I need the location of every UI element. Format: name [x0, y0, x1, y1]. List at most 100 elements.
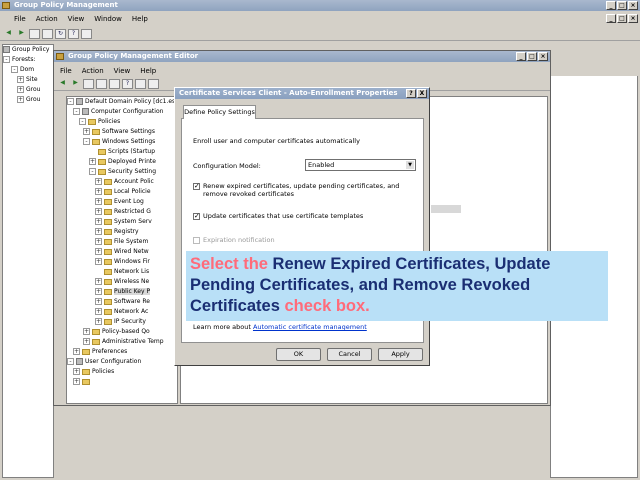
expand-icon[interactable]: +	[83, 128, 90, 135]
dialog-help-button[interactable]: ?	[406, 89, 416, 98]
properties-icon[interactable]	[81, 28, 92, 39]
gpm-menu-action[interactable]: Action	[31, 13, 63, 25]
expand-icon[interactable]: +	[83, 338, 90, 345]
learn-more-link[interactable]: Automatic certificate management	[253, 323, 367, 331]
gpme-tree-node[interactable]: + Software Settings	[67, 127, 177, 137]
renew-expired-checkbox[interactable]: ✓	[193, 183, 200, 190]
gpme-tree-node[interactable]: + Windows Fir	[67, 257, 177, 267]
expand-icon[interactable]: +	[95, 238, 102, 245]
gpm-child-close-button[interactable]: ×	[628, 14, 638, 23]
properties-icon[interactable]	[135, 78, 146, 89]
gpme-tree-node[interactable]: + Registry	[67, 227, 177, 237]
gpme-tree-node[interactable]: - Policies	[67, 117, 177, 127]
gpme-menu-help[interactable]: Help	[135, 65, 161, 77]
folder-up-icon[interactable]	[29, 28, 40, 39]
export-list-icon[interactable]	[109, 78, 120, 89]
collapse-icon[interactable]: -	[79, 118, 86, 125]
expand-icon[interactable]: +	[95, 248, 102, 255]
gpme-tree-node[interactable]: + Network Ac	[67, 307, 177, 317]
expand-icon[interactable]: +	[95, 258, 102, 265]
ok-button[interactable]: OK	[276, 348, 321, 361]
gpme-tree-node[interactable]: + Wired Netw	[67, 247, 177, 257]
gpme-tree-node[interactable]: - Windows Settings	[67, 137, 177, 147]
collapse-icon[interactable]: -	[89, 168, 96, 175]
collapse-icon[interactable]: -	[67, 358, 74, 365]
apply-button[interactable]: Apply	[378, 348, 423, 361]
collapse-icon[interactable]: -	[67, 98, 74, 105]
expiration-notification-checkbox-row[interactable]: Expiration notification	[193, 236, 418, 245]
config-model-select[interactable]: Enabled ▼	[305, 159, 416, 171]
gpme-tree-node[interactable]: + System Serv	[67, 217, 177, 227]
expand-icon[interactable]: +	[95, 308, 102, 315]
gpm-menu-window[interactable]: Window	[89, 13, 127, 25]
gpme-tree-node[interactable]: + IP Security	[67, 317, 177, 327]
update-templates-checkbox-row[interactable]: ✓ Update certificates that use certifica…	[193, 212, 418, 221]
filter-icon[interactable]	[148, 78, 159, 89]
expand-icon[interactable]: +	[95, 188, 102, 195]
folder-up-icon[interactable]	[83, 78, 94, 89]
expiration-notification-checkbox[interactable]	[193, 237, 200, 244]
expand-icon[interactable]: +	[17, 96, 24, 103]
renew-expired-checkbox-row[interactable]: ✓ Renew expired certificates, update pen…	[193, 182, 418, 198]
gpme-tree-node[interactable]: + File System	[67, 237, 177, 247]
gpme-tree-node[interactable]: Network Lis	[67, 267, 177, 277]
gpm-tree-node[interactable]: + Grou	[3, 85, 53, 95]
refresh-icon[interactable]: ↻	[55, 28, 66, 39]
tab-define-policy-settings[interactable]: Define Policy Settings	[183, 105, 256, 119]
expand-icon[interactable]: +	[17, 86, 24, 93]
gpm-child-minimize-button[interactable]: _	[606, 14, 616, 23]
gpm-child-restore-button[interactable]: □	[617, 14, 627, 23]
expand-icon[interactable]: +	[95, 208, 102, 215]
expand-icon[interactable]: +	[95, 298, 102, 305]
expand-icon[interactable]: +	[89, 158, 96, 165]
gpme-maximize-button[interactable]: □	[527, 52, 537, 61]
gpm-tree-node[interactable]: + Site	[3, 75, 53, 85]
gpme-tree-node[interactable]: - Security Setting	[67, 167, 177, 177]
show-hide-tree-icon[interactable]	[42, 28, 53, 39]
expand-icon[interactable]: +	[95, 278, 102, 285]
gpme-tree-node[interactable]: + Policy-based Qo	[67, 327, 177, 337]
gpm-tree-node[interactable]: - Forests:	[3, 55, 53, 65]
expand-icon[interactable]: +	[73, 378, 80, 385]
gpme-minimize-button[interactable]: _	[516, 52, 526, 61]
expand-icon[interactable]: +	[95, 318, 102, 325]
gpme-tree-node[interactable]: + Local Policie	[67, 187, 177, 197]
expand-icon[interactable]: +	[95, 198, 102, 205]
gpme-tree-node[interactable]: +	[67, 377, 177, 387]
expand-icon[interactable]: +	[17, 76, 24, 83]
back-arrow-icon[interactable]: ◀	[3, 29, 14, 39]
gpme-menu-view[interactable]: View	[109, 65, 136, 77]
gpme-tree-node[interactable]: + Software Re	[67, 297, 177, 307]
gpm-close-button[interactable]: ×	[628, 1, 638, 10]
forward-arrow-icon[interactable]: ▶	[16, 29, 27, 39]
collapse-icon[interactable]: -	[11, 66, 18, 73]
gpme-tree-node[interactable]: + Policies	[67, 367, 177, 377]
gpme-tree-node[interactable]: + Administrative Temp	[67, 337, 177, 347]
gpme-tree-node[interactable]: - Default Domain Policy [dc1.es-n...	[67, 97, 177, 107]
collapse-icon[interactable]: -	[3, 56, 10, 63]
forward-arrow-icon[interactable]: ▶	[70, 79, 81, 89]
gpm-tree-node[interactable]: Group Policy	[3, 45, 53, 55]
collapse-icon[interactable]: -	[83, 138, 90, 145]
expand-icon[interactable]: +	[95, 218, 102, 225]
update-templates-checkbox[interactable]: ✓	[193, 213, 200, 220]
gpme-tree-node[interactable]: - User Configuration	[67, 357, 177, 367]
help-icon[interactable]: ?	[122, 78, 133, 89]
gpme-tree-node[interactable]: + Restricted G	[67, 207, 177, 217]
gpme-tree-node[interactable]: + Preferences	[67, 347, 177, 357]
show-hide-tree-icon[interactable]	[96, 78, 107, 89]
expand-icon[interactable]: +	[95, 178, 102, 185]
gpme-tree-node[interactable]: + Deployed Printe	[67, 157, 177, 167]
gpme-tree-node[interactable]: + Account Polic	[67, 177, 177, 187]
expand-icon[interactable]: +	[83, 328, 90, 335]
gpme-tree-node[interactable]: + Event Log	[67, 197, 177, 207]
expand-icon[interactable]: +	[73, 368, 80, 375]
gpme-tree-node[interactable]: + Wireless Ne	[67, 277, 177, 287]
gpm-minimize-button[interactable]: _	[606, 1, 616, 10]
dialog-close-button[interactable]: X	[417, 89, 427, 98]
gpm-menu-help[interactable]: Help	[127, 13, 153, 25]
expand-icon[interactable]: +	[95, 288, 102, 295]
back-arrow-icon[interactable]: ◀	[57, 79, 68, 89]
gpme-close-button[interactable]: ×	[538, 52, 548, 61]
gpme-menu-action[interactable]: Action	[77, 65, 109, 77]
